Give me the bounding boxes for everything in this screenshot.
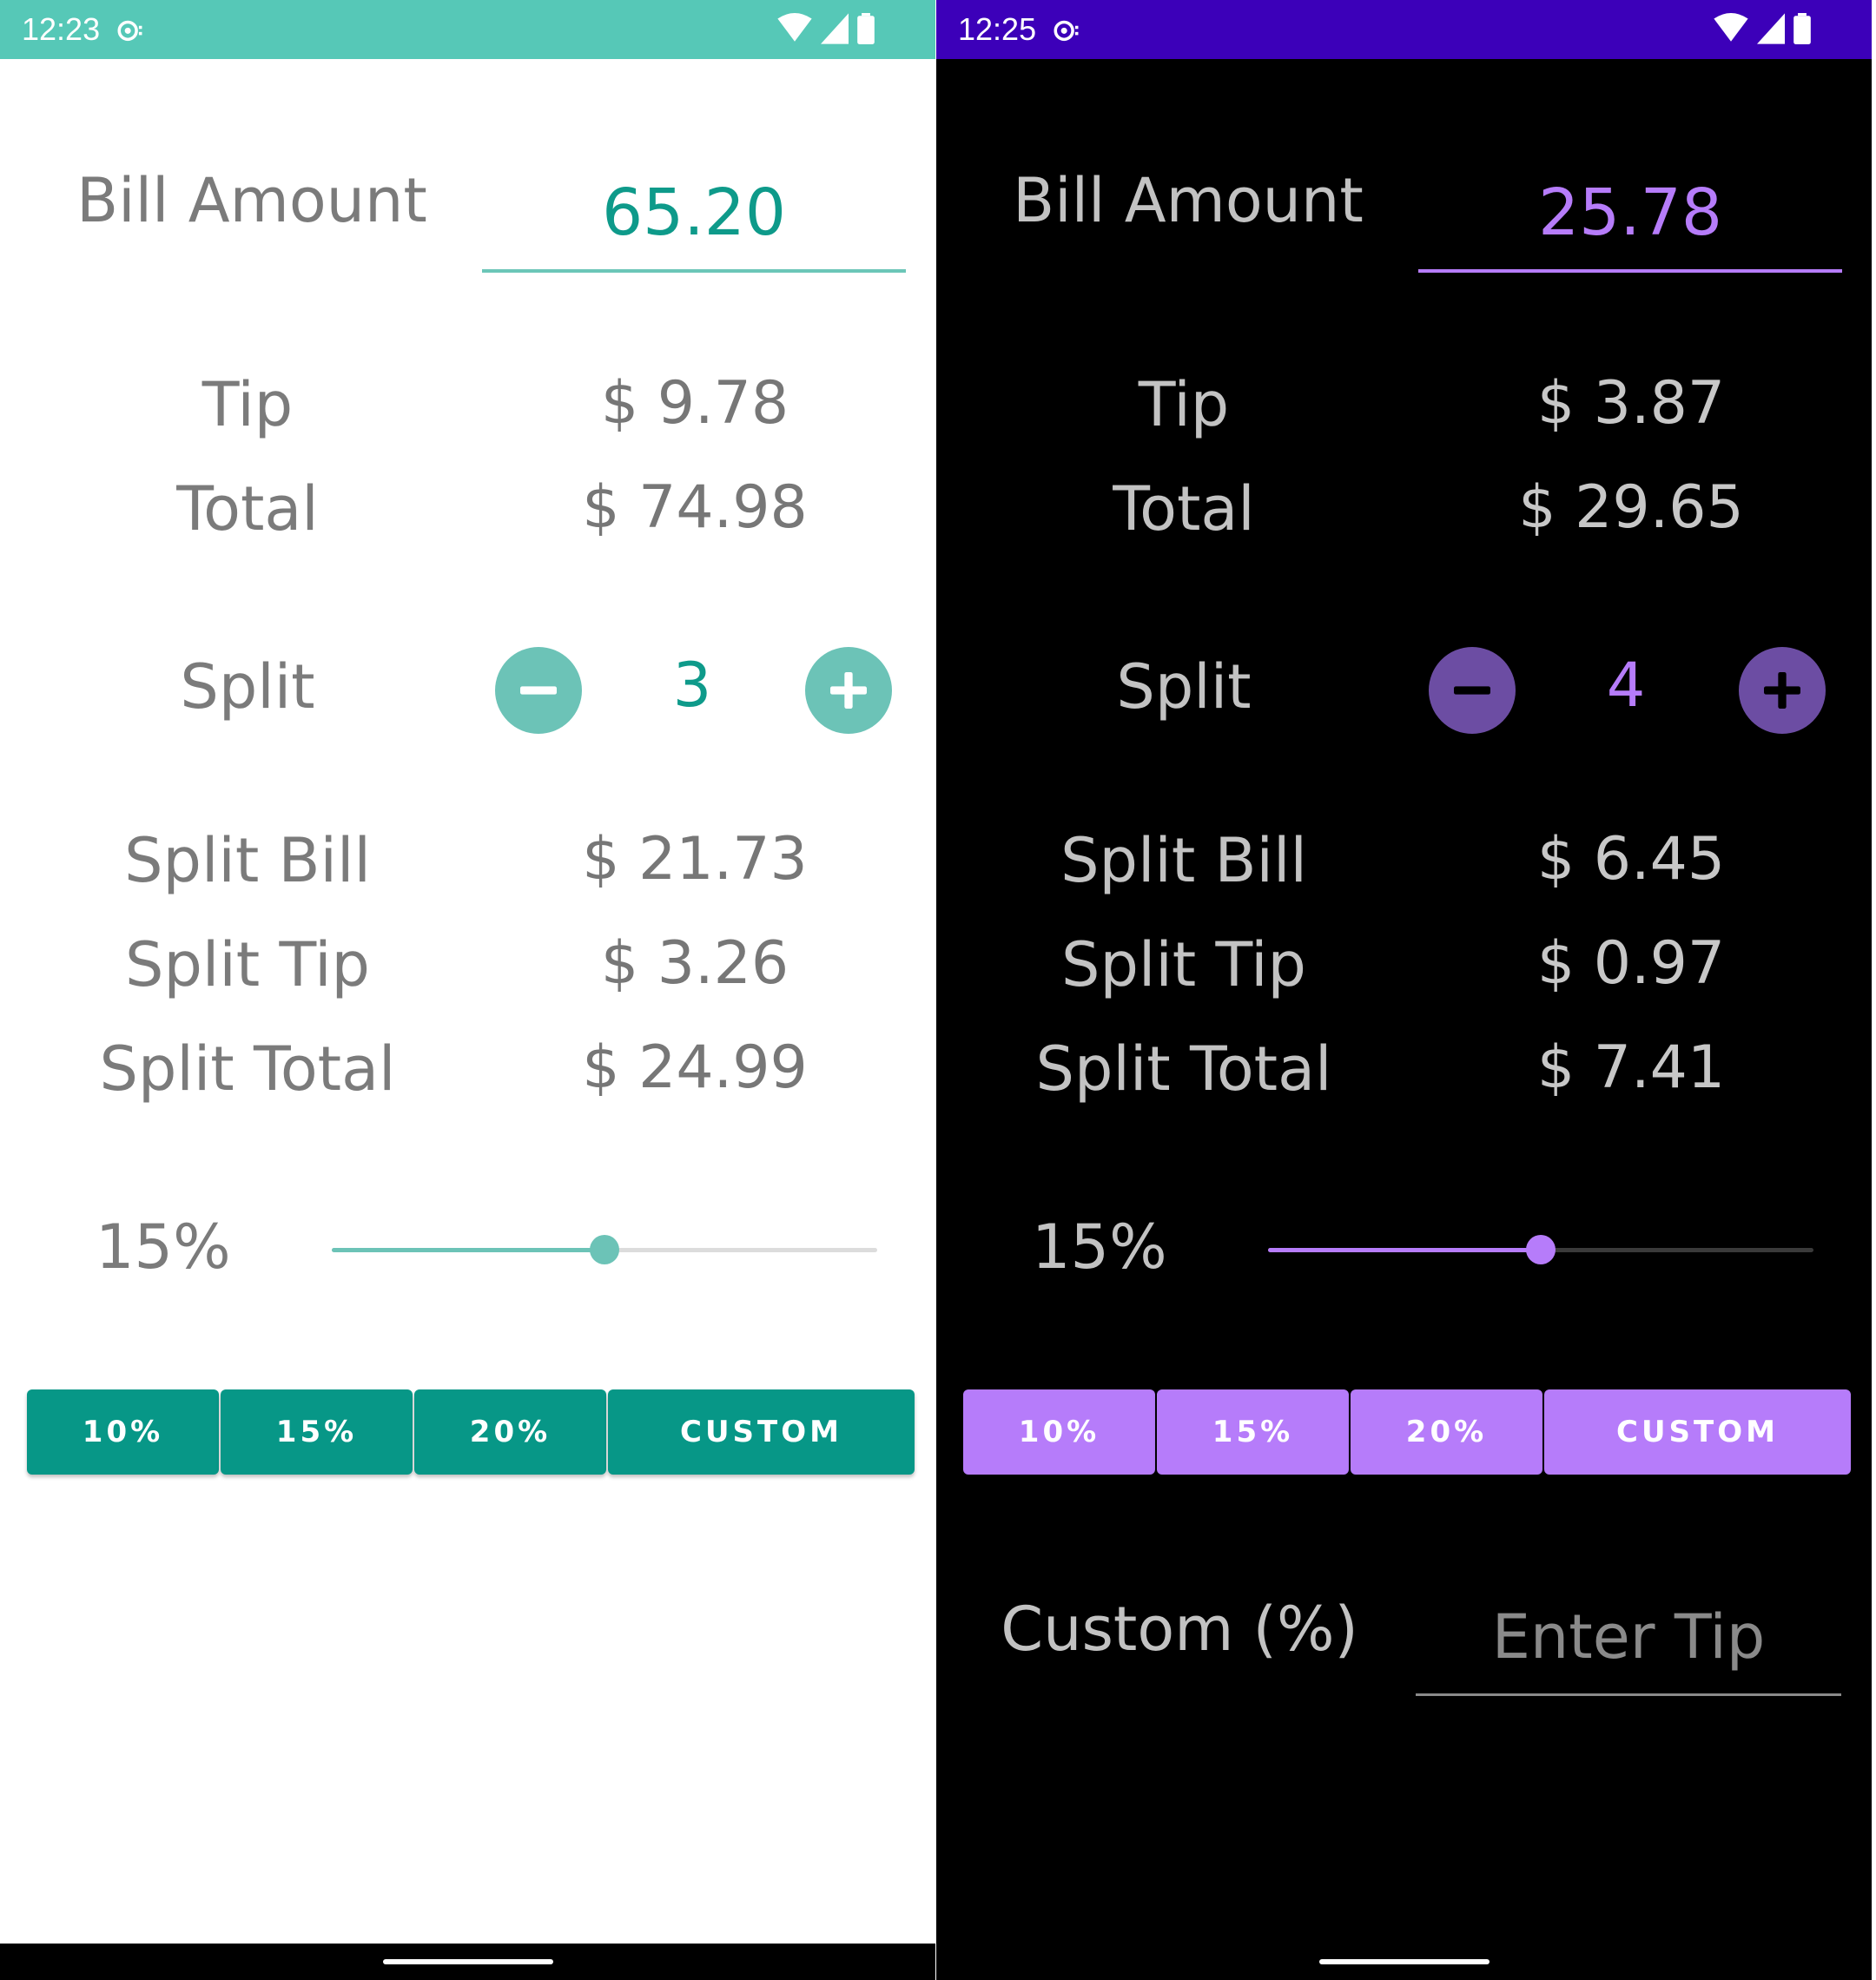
tip-custom-button[interactable]: CUSTOM bbox=[1544, 1389, 1851, 1475]
total-label: Total bbox=[176, 473, 319, 544]
plus-icon bbox=[830, 672, 867, 709]
status-bar: 12:25 bbox=[936, 0, 1872, 59]
bill-amount-input[interactable]: 25.78 bbox=[1418, 156, 1842, 273]
tip-preset-buttons: 10% 15% 20% CUSTOM bbox=[27, 1389, 915, 1475]
split-bill-label: Split Bill bbox=[1060, 825, 1307, 896]
tip-slider-thumb[interactable] bbox=[1526, 1235, 1556, 1264]
tip-slider[interactable] bbox=[1268, 1235, 1813, 1264]
bill-amount-label: Bill Amount bbox=[76, 165, 427, 236]
split-decrease-button[interactable] bbox=[1429, 647, 1516, 734]
tip-label: Tip bbox=[1138, 369, 1230, 440]
tip-15-button[interactable]: 15% bbox=[221, 1389, 413, 1475]
status-time: 12:25 bbox=[958, 11, 1037, 47]
wifi-icon bbox=[1714, 13, 1748, 42]
bill-amount-input[interactable]: 65.20 bbox=[482, 156, 906, 273]
tip-slider-fill bbox=[1268, 1248, 1541, 1252]
light-theme-screen: 12:23 Bill Amount 65.20 Tip $ 9.78 Total… bbox=[0, 0, 935, 1980]
cellular-signal-icon bbox=[821, 13, 849, 44]
custom-percent-label: Custom (%) bbox=[1001, 1594, 1358, 1665]
split-count: 3 bbox=[672, 650, 712, 721]
split-decrease-button[interactable] bbox=[495, 647, 582, 734]
tip-value: $ 3.87 bbox=[1536, 369, 1726, 438]
status-bar: 12:23 bbox=[0, 0, 935, 59]
tip-preset-buttons: 10% 15% 20% CUSTOM bbox=[963, 1389, 1851, 1475]
navigation-bar bbox=[0, 1944, 935, 1980]
tip-10-button[interactable]: 10% bbox=[963, 1389, 1155, 1475]
split-tip-label: Split Tip bbox=[1061, 929, 1306, 1000]
tip-custom-button[interactable]: CUSTOM bbox=[608, 1389, 915, 1475]
tip-percent-label: 15% bbox=[1032, 1211, 1167, 1283]
tip-15-button[interactable]: 15% bbox=[1157, 1389, 1349, 1475]
split-total-value: $ 7.41 bbox=[1536, 1033, 1726, 1102]
navigation-bar bbox=[936, 1944, 1872, 1980]
battery-icon bbox=[857, 13, 875, 44]
split-increase-button[interactable] bbox=[1739, 647, 1826, 734]
minus-icon bbox=[520, 686, 557, 695]
split-tip-value: $ 3.26 bbox=[600, 929, 789, 998]
tip-slider-thumb[interactable] bbox=[590, 1235, 619, 1264]
total-value: $ 74.98 bbox=[582, 473, 808, 542]
custom-tip-input[interactable]: Enter Tip bbox=[1416, 1581, 1841, 1696]
dark-theme-screen: 12:25 Bill Amount 25.78 Tip $ 3.87 Total… bbox=[936, 0, 1872, 1980]
tip-percent-label: 15% bbox=[96, 1211, 231, 1283]
split-label: Split bbox=[180, 651, 315, 723]
battery-icon bbox=[1793, 13, 1811, 44]
total-label: Total bbox=[1113, 473, 1255, 544]
tip-20-button[interactable]: 20% bbox=[414, 1389, 606, 1475]
split-increase-button[interactable] bbox=[805, 647, 892, 734]
cast-icon bbox=[1054, 20, 1079, 42]
tip-10-button[interactable]: 10% bbox=[27, 1389, 219, 1475]
split-bill-value: $ 21.73 bbox=[582, 825, 808, 894]
split-total-label: Split Total bbox=[99, 1033, 396, 1105]
tip-slider[interactable] bbox=[332, 1235, 877, 1264]
cellular-signal-icon bbox=[1757, 13, 1785, 44]
split-count: 4 bbox=[1606, 650, 1646, 721]
tip-slider-fill bbox=[332, 1248, 604, 1252]
plus-icon bbox=[1764, 672, 1800, 709]
split-total-label: Split Total bbox=[1035, 1033, 1332, 1105]
tip-label: Tip bbox=[201, 369, 294, 440]
split-total-value: $ 24.99 bbox=[582, 1033, 808, 1102]
split-tip-label: Split Tip bbox=[125, 929, 370, 1000]
tip-20-button[interactable]: 20% bbox=[1351, 1389, 1542, 1475]
split-label: Split bbox=[1116, 651, 1252, 723]
total-value: $ 29.65 bbox=[1518, 473, 1744, 542]
home-gesture-handle[interactable] bbox=[1318, 1959, 1490, 1964]
tip-value: $ 9.78 bbox=[600, 369, 789, 438]
split-bill-label: Split Bill bbox=[124, 825, 371, 896]
split-tip-value: $ 0.97 bbox=[1536, 929, 1726, 998]
status-time: 12:23 bbox=[22, 11, 101, 47]
cast-icon bbox=[117, 20, 142, 42]
split-bill-value: $ 6.45 bbox=[1536, 825, 1726, 894]
wifi-icon bbox=[777, 13, 812, 42]
bill-amount-label: Bill Amount bbox=[1013, 165, 1364, 236]
home-gesture-handle[interactable] bbox=[382, 1959, 553, 1964]
minus-icon bbox=[1454, 686, 1490, 695]
